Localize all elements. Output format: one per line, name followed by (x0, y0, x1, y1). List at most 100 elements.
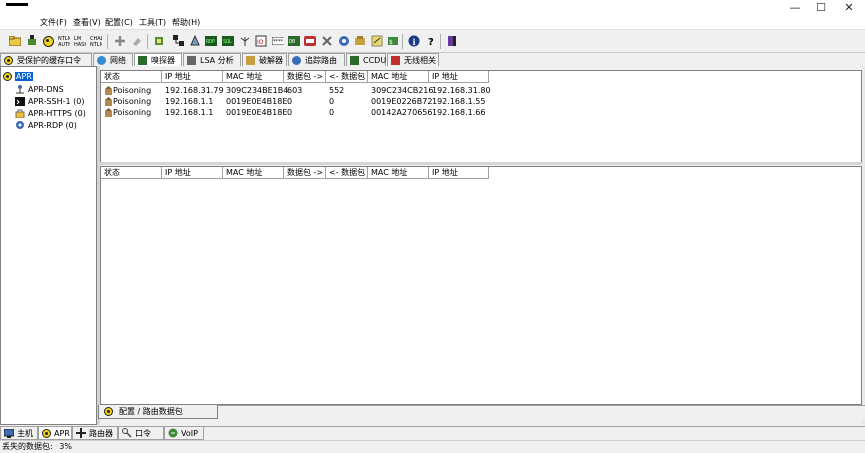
plus-icon[interactable] (113, 34, 127, 48)
wireless-icon (391, 55, 400, 65)
base64-icon[interactable] (320, 34, 334, 48)
tree-node-apr[interactable]: APR (3, 70, 33, 82)
tab-wireless[interactable]: 无线相关 (387, 53, 439, 66)
svg-text:$: $ (389, 39, 393, 46)
tree-node-apr-rdp[interactable]: APR-RDP (0) (15, 119, 77, 131)
radiation-icon (4, 55, 13, 65)
hash-icon[interactable]: CHALNTLM (89, 34, 103, 48)
column-header-ip[interactable]: IP 地址 (162, 71, 223, 83)
tab-routers[interactable]: 路由器 (72, 427, 118, 440)
bottom-tab-bar: 主机 APR 路由器 口令 VoIP (0, 426, 865, 440)
toolbar-separator (440, 34, 441, 49)
tab-sniffer[interactable]: 嗅探器 (134, 53, 182, 66)
column-header-ip[interactable]: IP 地址 (162, 167, 223, 179)
tab-network[interactable]: 网络 (93, 53, 133, 66)
router-icon (76, 428, 86, 438)
tree-node-apr-dns[interactable]: APR-DNS (15, 83, 64, 95)
tab-config-routing[interactable]: 配置 / 路由数据包 (98, 405, 218, 419)
radiation-icon (104, 407, 113, 416)
column-header-mac-2[interactable]: MAC 地址 (368, 71, 429, 83)
toolbar-separator (402, 34, 403, 49)
host-icon (4, 428, 14, 438)
tab-traceroute[interactable]: 追踪路由 (288, 53, 345, 66)
plug-icon[interactable] (25, 34, 39, 48)
title-bar: — ☐ ✕ (0, 0, 865, 16)
dos-icon[interactable] (188, 34, 202, 48)
column-header-mac-2[interactable]: MAC 地址 (368, 167, 429, 179)
voip-icon (168, 428, 178, 438)
hash-calc-icon[interactable] (337, 34, 351, 48)
tab-lsa[interactable]: LSA 分析 (183, 53, 241, 66)
tab-passwords[interactable]: 口令 (118, 427, 164, 440)
column-header-packets-in[interactable]: <- 数据包 (326, 167, 368, 179)
menu-config[interactable]: 配置(C) (105, 17, 133, 28)
help-icon[interactable]: ? (424, 34, 438, 48)
antenna-icon[interactable] (238, 34, 252, 48)
info-icon[interactable]: i (407, 34, 421, 48)
dns-icon (16, 85, 24, 94)
hash-icon[interactable]: LMHASH (73, 34, 87, 48)
horizontal-splitter[interactable] (100, 162, 862, 165)
svg-text:AUTH: AUTH (58, 42, 70, 47)
column-header-mac[interactable]: MAC 地址 (223, 167, 284, 179)
menu-tools[interactable]: 工具(T) (139, 17, 166, 28)
svg-text:SQL: SQL (223, 39, 232, 45)
table-row[interactable]: Poisoning 192.168.1.1 0019E0E4B18E 0 0 0… (101, 107, 501, 118)
tab-voip[interactable]: VoIP (164, 427, 204, 440)
globe-icon (97, 55, 106, 65)
clear-icon[interactable] (130, 34, 144, 48)
toolbar-separator (107, 34, 108, 49)
table-row[interactable]: Poisoning 192.168.31.79 309C234BE1B4 603… (101, 85, 501, 96)
tab-cracker[interactable]: 破解器 (242, 53, 287, 66)
voip-icon[interactable] (303, 34, 317, 48)
maximize-button[interactable]: ☐ (806, 0, 836, 16)
tab-hosts[interactable]: 主机 (0, 427, 38, 440)
lost-packets-label: 丢失的数据包: (2, 442, 53, 451)
column-header-mac[interactable]: MAC 地址 (223, 71, 284, 83)
menu-file[interactable]: 文件(F) (40, 17, 67, 28)
menu-help[interactable]: 帮助(H) (172, 17, 200, 28)
traceroute-icon (292, 55, 301, 65)
cert-icon[interactable]: $ (386, 34, 400, 48)
tab-apr[interactable]: APR (38, 427, 72, 440)
table-row[interactable]: Poisoning 192.168.1.1 0019E0E4B18E 0 0 0… (101, 96, 501, 107)
tab-ccdu[interactable]: CCDU (346, 53, 386, 66)
exit-icon[interactable] (445, 34, 459, 48)
column-header-ip-2[interactable]: IP 地址 (429, 71, 489, 83)
svg-text:****: **** (273, 39, 284, 45)
tab-cached-passwords[interactable]: 受保护的缓存口令 (0, 53, 92, 66)
cisco-icon[interactable]: IO (254, 34, 268, 48)
column-header-packets-out[interactable]: 数据包 -> (284, 71, 326, 83)
column-header-status[interactable]: 状态 (101, 167, 162, 179)
svg-text:i: i (413, 37, 416, 47)
radiation-icon (42, 428, 51, 438)
open-folder-icon[interactable] (8, 34, 22, 48)
status-bar: 丢失的数据包: 3% (0, 440, 865, 453)
svg-text:NTLM: NTLM (90, 42, 102, 47)
column-header-packets-out[interactable]: 数据包 -> (284, 167, 326, 179)
tree-node-apr-ssh[interactable]: APR-SSH-1 (0) (15, 95, 84, 107)
column-header-packets-in[interactable]: <- 数据包 (326, 71, 368, 83)
poisoning-table: 状态 IP 地址 MAC 地址 数据包 -> <- 数据包 MAC 地址 IP … (100, 70, 862, 163)
network-icon[interactable] (172, 34, 186, 48)
wep-icon[interactable] (370, 34, 384, 48)
ccdu-icon (350, 55, 359, 65)
menu-view[interactable]: 查看(V) (73, 17, 101, 28)
cracker-icon (246, 55, 255, 65)
column-header-status[interactable]: 状态 (101, 71, 162, 83)
svg-text:DB: DB (289, 39, 295, 45)
sniffer-icon[interactable]: RDP (204, 34, 218, 48)
console-icon[interactable]: SQL (221, 34, 235, 48)
radiation-icon[interactable] (41, 34, 55, 48)
svg-text:RDP: RDP (206, 39, 215, 45)
console-icon[interactable]: DB (287, 34, 301, 48)
close-button[interactable]: ✕ (834, 0, 864, 16)
scan-icon[interactable] (152, 34, 166, 48)
column-header-ip-2[interactable]: IP 地址 (429, 167, 489, 179)
hash-icon[interactable]: NTLMAUTH (57, 34, 71, 48)
cert-icon[interactable] (353, 34, 367, 48)
wifi-icon[interactable]: **** (271, 34, 285, 48)
routing-table: 状态 IP 地址 MAC 地址 数据包 -> <- 数据包 MAC 地址 IP … (100, 166, 862, 405)
lost-packets-value: 3% (59, 442, 72, 451)
tree-node-apr-https[interactable]: APR-HTTPS (0) (15, 107, 86, 119)
